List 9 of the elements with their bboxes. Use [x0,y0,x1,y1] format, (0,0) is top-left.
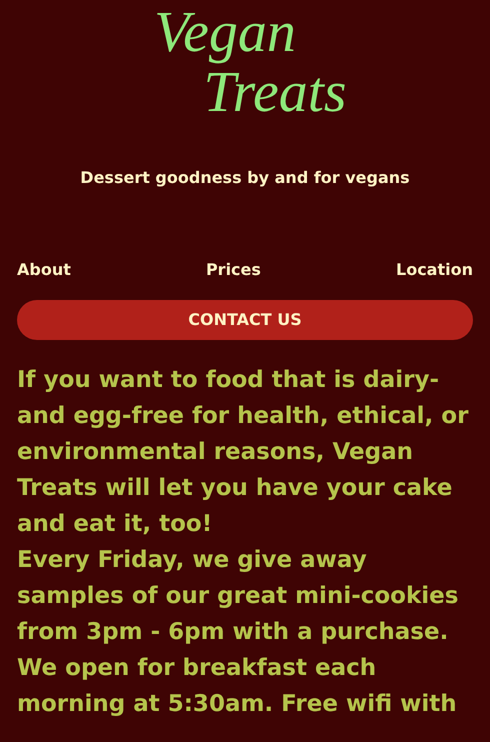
logo-text: Treats [204,62,346,122]
paragraph: Every Friday, we give away samples of our great mini-cookies from 3pm - 6pm with a purchase. We open for breakfast each morning at 5:30am. Free wifi with [16,546,460,719]
paragraph: If you want to food that is dairy- and egg-free for health, ethical, or environmental reasons, Vegan Treats will let you have your cake and eat it, too! [16,366,470,539]
contact-button[interactable]: CONTACT US [17,300,473,340]
nav-link[interactable]: Prices [206,258,261,282]
logo-text: Vegan [154,2,296,62]
tagline: Dessert goodness by and for vegans [79,167,411,189]
nav-link[interactable]: Location [396,258,473,282]
nav-link[interactable]: About [17,258,71,282]
